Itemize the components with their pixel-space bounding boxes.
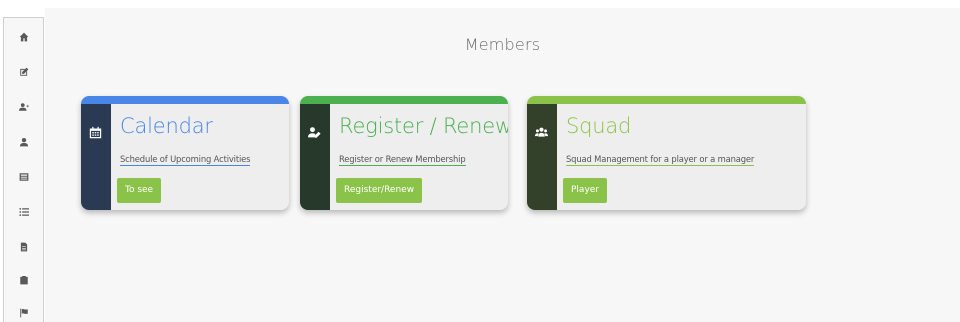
squad-link[interactable]: Squad Management for a player or a manag…	[566, 154, 754, 166]
calendar-link[interactable]: Schedule of Upcoming Activities	[120, 154, 251, 166]
users-icon	[535, 124, 549, 138]
card-title: Calendar	[120, 114, 213, 138]
register-card: Register / Renew Register or Renew Membe…	[300, 96, 508, 210]
card-title: Register / Renew	[339, 114, 508, 138]
card-title: Squad	[566, 114, 632, 138]
squad-card: Squad Squad Management for a player or a…	[527, 96, 806, 210]
card-icon-strip	[527, 104, 557, 210]
register-renew-button[interactable]: Register/Renew	[336, 178, 423, 203]
to-see-button[interactable]: To see	[117, 178, 162, 203]
card-accent-bar	[81, 96, 289, 104]
calendar-icon	[89, 124, 103, 139]
list-ul-icon[interactable]	[4, 203, 43, 221]
add-user-icon[interactable]	[4, 98, 43, 116]
card-icon-strip	[300, 104, 330, 210]
user-icon[interactable]	[4, 133, 43, 151]
sidebar	[3, 17, 44, 322]
main-content: Members Calendar Schedule of Upcoming Ac…	[45, 8, 960, 322]
player-button[interactable]: Player	[563, 178, 608, 203]
user-edit-icon	[308, 124, 322, 138]
edit-icon[interactable]	[4, 63, 43, 81]
register-link[interactable]: Register or Renew Membership	[339, 154, 466, 166]
card-accent-bar	[300, 96, 508, 104]
calendar-card: Calendar Schedule of Upcoming Activities…	[81, 96, 289, 210]
list-icon[interactable]	[4, 168, 43, 186]
file-icon[interactable]	[4, 238, 43, 256]
card-accent-bar	[527, 96, 806, 104]
home-icon[interactable]	[4, 28, 43, 46]
card-icon-strip	[81, 104, 111, 210]
clipboard-icon[interactable]	[4, 271, 43, 289]
flag-icon[interactable]	[4, 304, 43, 322]
page-title: Members	[464, 35, 541, 54]
